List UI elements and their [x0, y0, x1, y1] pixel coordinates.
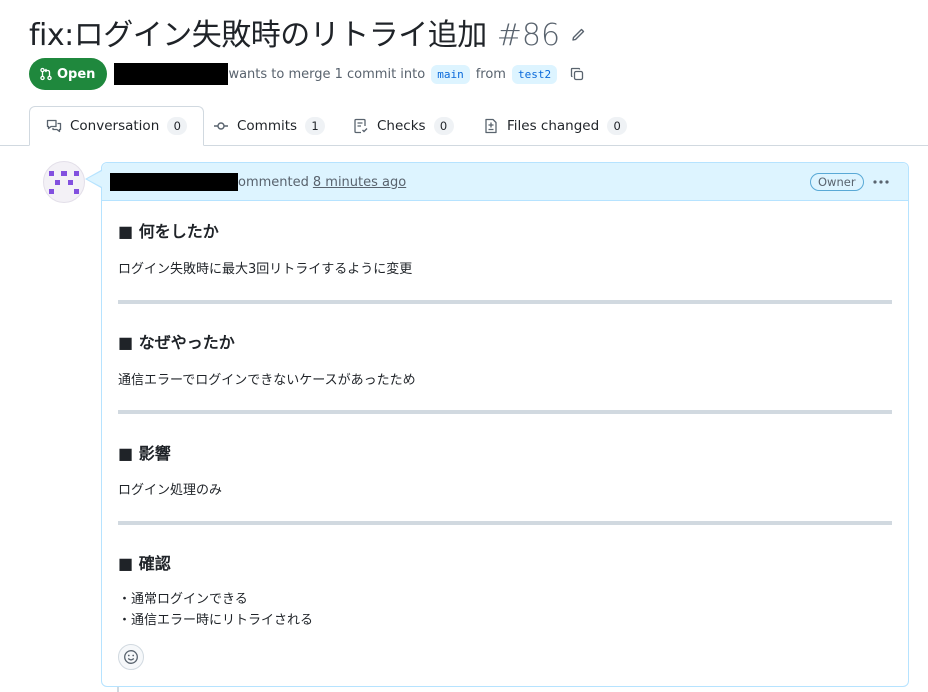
- state-label: Open: [57, 66, 96, 82]
- tab-checks-label: Checks: [377, 117, 426, 134]
- tab-files-changed[interactable]: Files changed 0: [483, 106, 628, 145]
- pr-number: #86: [496, 18, 561, 53]
- section-heading: ■ 何をしたか: [118, 222, 219, 241]
- list-item: ・通常ログインできる: [118, 592, 248, 607]
- identicon-avatar: [49, 171, 79, 194]
- pr-title-row: fix:ログイン失敗時のリトライ追加 #86: [29, 10, 586, 54]
- file-diff-icon: [485, 118, 497, 133]
- section-heading: ■ なぜやったか: [118, 333, 235, 352]
- avatar[interactable]: [43, 161, 85, 203]
- comment-header: ommented 8 minutes ago Owner: [102, 163, 908, 201]
- comment-meta: ommented 8 minutes ago: [110, 163, 406, 201]
- tab-files-changed-count: 0: [607, 116, 628, 135]
- divider: [118, 521, 892, 525]
- section-body: ログイン失敗時に最大3回リトライするように変更: [118, 262, 413, 277]
- pr-tabs: Conversation 0 Commits 1 Checks 0 Files …: [0, 106, 928, 146]
- state-badge: Open: [29, 58, 108, 90]
- head-branch[interactable]: test2: [511, 64, 558, 84]
- checklist-icon: [354, 118, 368, 133]
- tab-checks[interactable]: Checks 0: [353, 106, 454, 145]
- list-item: ・通信エラー時にリトライされる: [118, 613, 314, 628]
- tab-commits[interactable]: Commits 1: [213, 106, 326, 145]
- redacted-author: [114, 63, 229, 85]
- more-options-icon[interactable]: [870, 173, 892, 191]
- copy-icon[interactable]: [569, 66, 585, 82]
- tab-conversation[interactable]: Conversation 0: [29, 106, 205, 146]
- divider: [118, 300, 892, 304]
- section-heading: ■ 確認: [118, 554, 171, 573]
- comment-timestamp[interactable]: 8 minutes ago: [313, 175, 406, 190]
- base-branch[interactable]: main: [431, 64, 470, 84]
- pencil-icon[interactable]: [570, 27, 586, 43]
- tab-checks-count: 0: [433, 116, 454, 135]
- merge-text: wants to merge 1 commit into: [228, 66, 426, 82]
- section-body: 通信エラーでログインできないケースがあったため: [118, 373, 416, 388]
- tab-conversation-label: Conversation: [70, 118, 160, 134]
- comment-box: ommented 8 minutes ago Owner ■ 何をしたか ログイ…: [101, 162, 909, 687]
- owner-badge: Owner: [810, 173, 864, 191]
- section-heading: ■ 影響: [118, 444, 171, 463]
- comment-discussion-icon: [46, 119, 62, 133]
- from-text: from: [475, 66, 506, 82]
- pr-status-row: Open wants to merge 1 commit into main f…: [29, 58, 585, 90]
- git-pull-request-icon: [40, 67, 52, 81]
- tab-conversation-count: 0: [167, 117, 188, 135]
- divider: [118, 410, 892, 414]
- tab-commits-label: Commits: [237, 117, 298, 134]
- tab-files-changed-label: Files changed: [507, 117, 600, 134]
- section-body: ログイン処理のみ: [118, 483, 223, 498]
- git-commit-icon: [214, 121, 228, 130]
- add-reaction-button[interactable]: [118, 644, 144, 670]
- redacted-commenter: [110, 173, 238, 191]
- smiley-icon: [124, 650, 138, 664]
- pr-title: fix:ログイン失敗時のリトライ追加: [29, 18, 487, 53]
- tab-commits-count: 1: [305, 116, 326, 135]
- comment-caret-fill: [87, 171, 102, 187]
- comment-action: ommented: [238, 174, 309, 190]
